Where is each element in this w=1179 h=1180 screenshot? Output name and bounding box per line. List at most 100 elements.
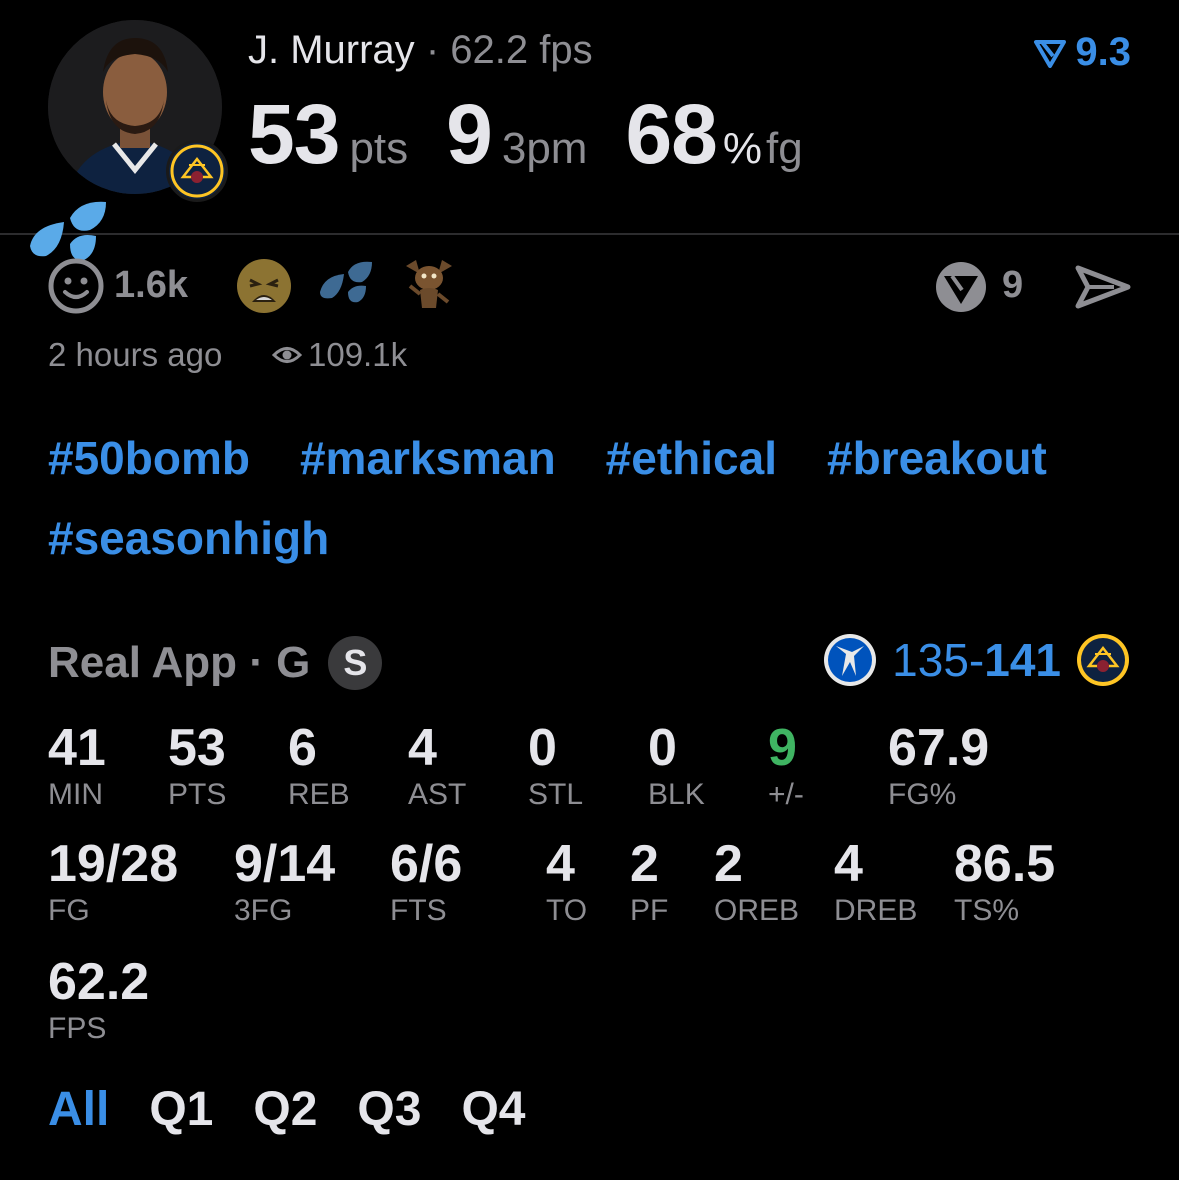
stat-label: MIN [48, 778, 103, 811]
tab-q3[interactable]: Q3 [357, 1082, 421, 1137]
stat-value: 19/28 [48, 835, 179, 893]
headline-3pm-unit: 3pm [501, 124, 588, 173]
stat-fg: 19/28 FG [48, 836, 178, 928]
stat-to: 4 TO [546, 836, 587, 928]
player-name[interactable]: J. Murray [248, 28, 415, 72]
period-tabs: All Q1 Q2 Q3 Q4 [48, 1082, 525, 1137]
stat-ast: 4 AST [408, 720, 466, 812]
stat-label: DREB [834, 894, 918, 927]
hashtag[interactable]: #50bomb [48, 432, 250, 484]
game-source-label: Real App · G [48, 638, 311, 687]
stat-value: 4 [408, 719, 437, 777]
score-away: 135 [892, 634, 969, 686]
headline-pts: 53 [248, 87, 340, 181]
tab-q1[interactable]: Q1 [149, 1082, 213, 1137]
tab-q2[interactable]: Q2 [253, 1082, 317, 1137]
stat-value: 4 [546, 835, 575, 893]
stat-label: AST [408, 778, 467, 811]
hashtag[interactable]: #ethical [606, 432, 777, 484]
hashtag[interactable]: #breakout [827, 432, 1047, 484]
stat-fg-pct: 67.9 FG% [888, 720, 989, 812]
stat-pts: 53 PTS [168, 720, 226, 812]
stat-value: 41 [48, 719, 106, 777]
gremlin-icon[interactable] [402, 256, 456, 319]
send-icon[interactable] [1074, 262, 1132, 317]
stat-label: FG [48, 894, 90, 927]
stat-plus-minus: 9 +/- [768, 720, 804, 812]
rating-badge[interactable]: 9.3 [1033, 30, 1131, 75]
sweat-drops-reaction-icon[interactable] [318, 258, 376, 319]
stat-blk: 0 BLK [648, 720, 705, 812]
stat-pf: 2 PF [630, 836, 668, 928]
stat-value: 62.2 [48, 953, 150, 1011]
headline-3pm: 9 [446, 87, 493, 181]
stat-value: 9/14 [234, 835, 336, 893]
game-score[interactable]: 135-141 [822, 632, 1131, 688]
post-time: 2 hours ago [48, 336, 223, 373]
stat-stl: 0 STL [528, 720, 583, 812]
nuggets-logo [166, 140, 228, 202]
headline-fg-pct: % [722, 124, 763, 173]
mavericks-logo [824, 634, 877, 686]
nuggets-logo [1077, 634, 1129, 686]
separator: · [425, 28, 440, 72]
stat-label: TS% [954, 894, 1020, 927]
stat-label: +/- [768, 778, 804, 811]
stat-fps: 62.2 FPS [48, 954, 149, 1046]
score-dash: - [968, 634, 985, 686]
stat-dreb: 4 DREB [834, 836, 917, 928]
score-text: 135-141 [892, 633, 1061, 687]
smile-reaction-icon[interactable] [48, 258, 104, 319]
hashtag[interactable]: #marksman [300, 432, 556, 484]
stat-label: OREB [714, 894, 800, 927]
game-source: Real App · G S [48, 636, 383, 690]
score-home: 141 [984, 634, 1061, 686]
divider [0, 233, 1179, 235]
stat-label: FG% [888, 778, 957, 811]
stat-value: 2 [714, 835, 743, 893]
stat-label: FTS [390, 894, 447, 927]
view-count-value: 109.1k [308, 336, 408, 373]
stat-oreb: 2 OREB [714, 836, 799, 928]
share-count: 9 [1002, 264, 1024, 306]
hashtag[interactable]: #seasonhigh [48, 512, 329, 564]
headline-stats: 53 pts 9 3pm 68 % fg [248, 86, 841, 183]
stat-label: PF [630, 894, 669, 927]
stat-value: 67.9 [888, 719, 990, 777]
tab-q4[interactable]: Q4 [461, 1082, 525, 1137]
view-count: 109.1k [272, 336, 407, 374]
hashtag-list: #50bomb #marksman #ethical #breakout #se… [48, 432, 1148, 564]
stat-value: 6/6 [390, 835, 463, 893]
fps-value: 62.2 fps [450, 28, 593, 72]
stat-label: FPS [48, 1012, 107, 1045]
stat-value: 2 [630, 835, 659, 893]
headline-fg: 68 [625, 87, 717, 181]
stat-ts-pct: 86.5 TS% [954, 836, 1055, 928]
stat-label: 3FG [234, 894, 293, 927]
tab-all[interactable]: All [48, 1082, 109, 1137]
headline-pts-unit: pts [349, 124, 409, 173]
stat-value: 86.5 [954, 835, 1056, 893]
stat-label: PTS [168, 778, 227, 811]
stat-label: TO [546, 894, 588, 927]
stat-value: 53 [168, 719, 226, 777]
eye-icon [272, 347, 302, 363]
starter-badge: S [328, 636, 383, 690]
v-rating-icon [1034, 39, 1067, 68]
v-logo-icon[interactable] [934, 260, 988, 319]
stat-label: BLK [648, 778, 705, 811]
weary-face-icon[interactable] [236, 258, 292, 319]
stat-fts: 6/6 FTS [390, 836, 462, 928]
stat-label: REB [288, 778, 350, 811]
stat-reb: 6 REB [288, 720, 350, 812]
stat-value: 9 [768, 719, 797, 777]
stat-value: 4 [834, 835, 863, 893]
stat-label: STL [528, 778, 584, 811]
stat-3fg: 9/14 3FG [234, 836, 335, 928]
reaction-count[interactable]: 1.6k [114, 264, 188, 307]
stat-value: 0 [528, 719, 557, 777]
stat-value: 6 [288, 719, 317, 777]
stat-value: 0 [648, 719, 677, 777]
player-title: J. Murray · 62.2 fps [248, 28, 593, 73]
headline-fg-unit: fg [766, 124, 803, 173]
